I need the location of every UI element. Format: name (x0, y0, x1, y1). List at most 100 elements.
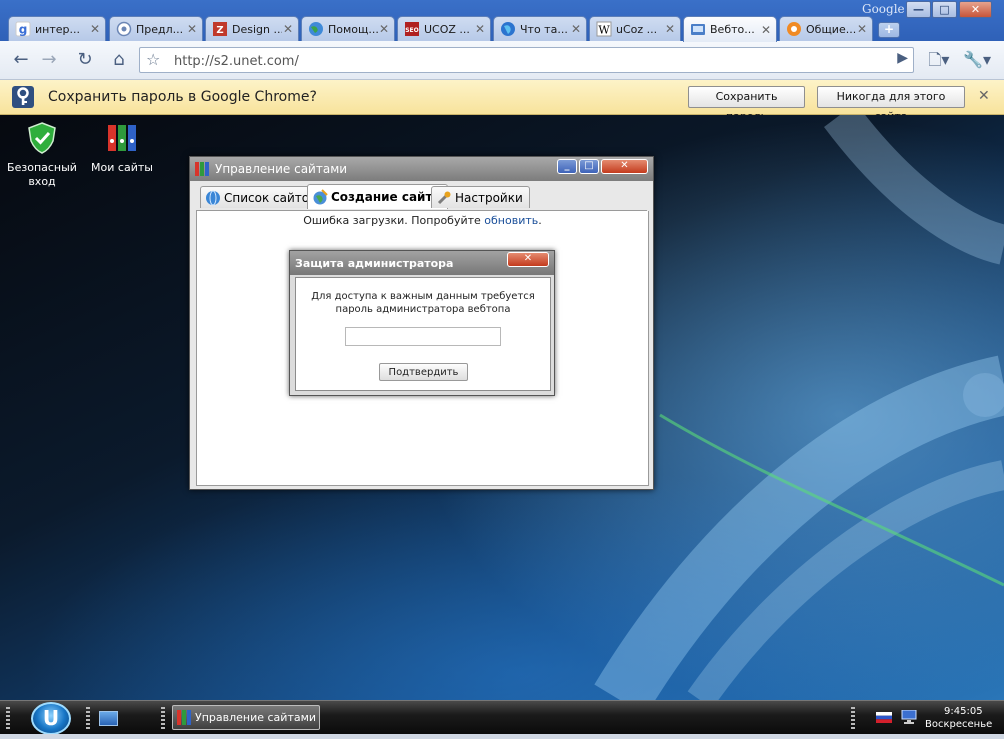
dialog-message: Для доступа к важным данным требуется па… (311, 291, 535, 315)
binders-icon (177, 710, 191, 725)
browser-toolbar: ← → ↻ ⌂ ☆ ▶ 🗋▾ 🔧▾ (0, 41, 1004, 80)
svg-text:SEO: SEO (405, 27, 419, 34)
infobar-message: Сохранить пароль в Google Chrome? (48, 89, 317, 105)
taskbar-item-sites-manager[interactable]: Управление сайтами (172, 705, 320, 730)
svg-text:Z: Z (216, 25, 223, 36)
browser-tab-strip: Google — □ ✕ g интер... ✕ Предл... ✕ Z D… (0, 0, 1004, 42)
browser-tab[interactable]: Что та... ✕ (493, 16, 587, 41)
clock-time: 9:45:05 (944, 706, 983, 717)
close-tab-icon[interactable]: ✕ (664, 23, 676, 35)
shield-icon (28, 122, 56, 154)
browser-tab[interactable]: Общие... ✕ (779, 16, 873, 41)
taskbar-grip[interactable] (161, 707, 165, 729)
design-icon: Z (213, 22, 227, 36)
taskbar-grip[interactable] (851, 707, 855, 729)
save-password-infobar: Сохранить пароль в Google Chrome? Сохран… (0, 80, 1004, 123)
admin-protection-dialog: Защита администратора ✕ Для доступа к ва… (289, 250, 555, 396)
webtop-icon (691, 23, 705, 35)
page-icon: 🗋▾ (928, 50, 950, 69)
never-save-button[interactable]: Никогда для этого сайта (817, 86, 965, 123)
maximize-button[interactable]: □ (579, 159, 599, 174)
russian-flag-icon[interactable] (876, 712, 892, 723)
taskbar: U Управление сайтами 9:45:05 Воскресенье (0, 700, 1004, 735)
minimize-window-button[interactable]: — (906, 1, 931, 18)
globe-icon (206, 190, 220, 205)
taskbar-grip[interactable] (86, 707, 90, 729)
go-arrow-icon[interactable]: ▶ (897, 50, 908, 66)
svg-text:g: g (19, 23, 28, 37)
home-icon: ⌂ (113, 49, 125, 70)
load-error-message: Ошибка загрузки. Попробуйте обновить. (303, 214, 542, 227)
globe-icon (309, 22, 323, 36)
close-infobar-icon[interactable]: ✕ (978, 88, 990, 104)
retry-link[interactable]: обновить (484, 214, 538, 227)
new-tab-button[interactable]: + (878, 22, 900, 38)
tab-create-site[interactable]: Создание сайта (307, 184, 448, 209)
dialog-title: Защита администратора (295, 257, 454, 270)
tab-settings[interactable]: Настройки (431, 186, 530, 208)
confirm-button[interactable]: Подтвердить (379, 363, 468, 381)
arrow-right-icon: → (41, 49, 57, 70)
url-input[interactable] (172, 51, 876, 71)
dialog-title-bar[interactable]: Защита администратора ✕ (290, 251, 554, 275)
forward-button[interactable]: → (37, 48, 61, 72)
desktop-icon-my-sites[interactable]: Мои сайты (84, 121, 160, 175)
browser-tab[interactable]: Помощ... ✕ (301, 16, 395, 41)
taskbar-grip[interactable] (6, 707, 10, 729)
start-button[interactable]: U (31, 702, 71, 735)
address-bar[interactable]: ☆ ▶ (139, 47, 914, 73)
browser-tab[interactable]: Z Design ... ✕ (205, 16, 299, 41)
home-button[interactable]: ⌂ (107, 48, 131, 72)
seo-icon: SEO (405, 22, 419, 36)
wrench-icon (437, 191, 451, 204)
close-tab-icon[interactable]: ✕ (186, 23, 198, 35)
admin-password-input[interactable] (345, 327, 501, 346)
browser-tab[interactable]: W uCoz ... ✕ (589, 16, 681, 41)
bookmark-star-icon[interactable]: ☆ (146, 50, 160, 69)
show-desktop-icon[interactable] (99, 711, 118, 726)
close-tab-icon[interactable]: ✕ (570, 23, 582, 35)
wrench-menu-button[interactable]: 🔧▾ (960, 48, 994, 72)
window-title: Управление сайтами (215, 162, 348, 176)
google-icon: g (15, 21, 31, 37)
key-icon (12, 86, 34, 108)
back-button[interactable]: ← (9, 48, 33, 72)
desktop-icon-secure-login[interactable]: Безопасный вход (4, 121, 80, 189)
browser-status-strip (0, 734, 1004, 739)
wikipedia-icon: W (596, 21, 612, 37)
save-password-button[interactable]: Сохранить пароль (688, 86, 805, 123)
reload-icon: ↻ (77, 49, 93, 70)
reload-button[interactable]: ↻ (73, 48, 97, 72)
maximize-window-button[interactable]: □ (932, 1, 957, 18)
close-tab-icon[interactable]: ✕ (474, 23, 486, 35)
site-icon (116, 21, 132, 37)
site-icon (787, 22, 801, 36)
close-tab-icon[interactable]: ✕ (378, 23, 390, 35)
dialog-body: Для доступа к важным данным требуется па… (295, 277, 551, 391)
minimize-button[interactable]: _ (557, 159, 577, 174)
window-title-bar[interactable]: Управление сайтами _ □ ✕ (190, 157, 653, 181)
close-tab-icon[interactable]: ✕ (760, 24, 772, 36)
dialog-close-button[interactable]: ✕ (507, 252, 549, 267)
wrench-icon: 🔧▾ (963, 50, 991, 69)
close-window-button[interactable]: ✕ (959, 1, 992, 18)
browser-tab[interactable]: Предл... ✕ (109, 16, 203, 41)
arrow-left-icon: ← (13, 49, 29, 70)
close-tab-icon[interactable]: ✕ (89, 23, 101, 35)
close-button[interactable]: ✕ (601, 159, 648, 174)
network-icon[interactable] (901, 710, 917, 724)
svg-text:W: W (598, 24, 610, 37)
clock-day: Воскресенье (925, 719, 993, 730)
binders-icon (108, 125, 136, 151)
google-brand: Google (862, 2, 905, 16)
binders-icon (195, 162, 209, 176)
browser-tab-active[interactable]: Вебто... ✕ (683, 16, 777, 42)
window-tabs: Список сайтов Создание сайта Настройки (196, 184, 647, 211)
page-menu-button[interactable]: 🗋▾ (922, 48, 956, 72)
close-tab-icon[interactable]: ✕ (282, 23, 294, 35)
tab-sites-list[interactable]: Список сайтов (200, 186, 324, 208)
globe-icon (501, 22, 515, 36)
browser-tab[interactable]: SEO UCOZ ... ✕ (397, 16, 491, 41)
browser-tab[interactable]: g интер... ✕ (8, 16, 106, 41)
close-tab-icon[interactable]: ✕ (856, 23, 868, 35)
